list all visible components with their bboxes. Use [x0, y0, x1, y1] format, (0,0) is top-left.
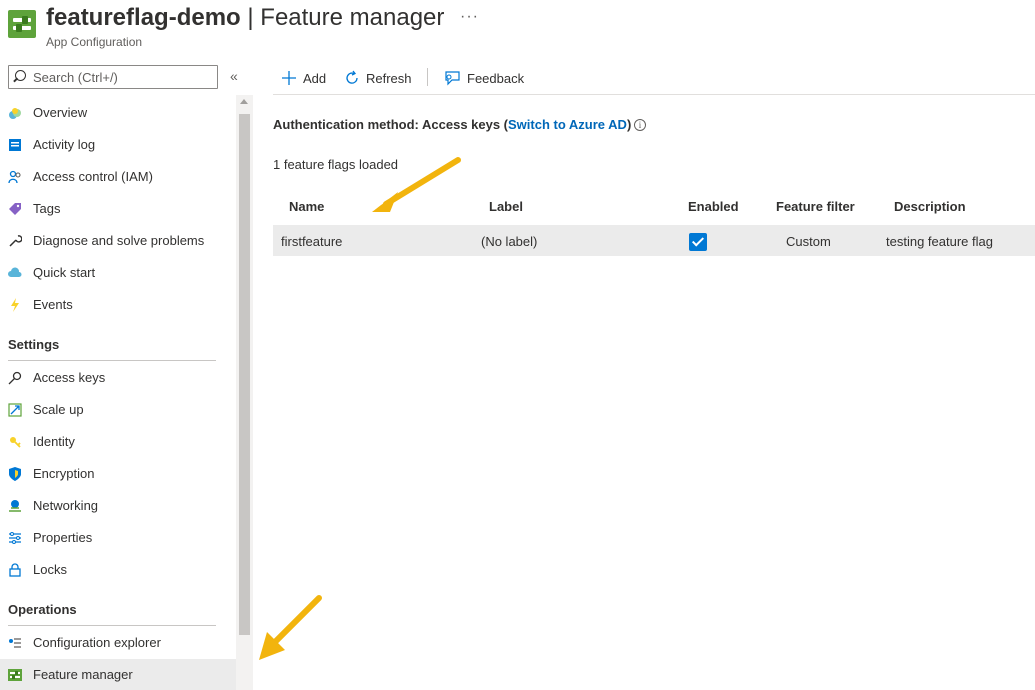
sidebar-item-label: Quick start — [33, 265, 96, 280]
people-icon — [8, 170, 21, 184]
identity-icon — [10, 437, 21, 448]
feature-filter-cell: Custom — [786, 234, 831, 249]
sidebar-item-tags[interactable]: Tags — [0, 193, 236, 225]
sidebar-item-configuration-explorer[interactable]: Configuration explorer — [0, 627, 236, 659]
sidebar-item-feature-manager[interactable]: Feature manager — [0, 659, 236, 690]
scrollbar-thumb[interactable] — [239, 114, 250, 635]
refresh-button[interactable]: Refresh — [344, 68, 412, 88]
scale-up-icon — [8, 403, 22, 417]
feature-description-cell: testing feature flag — [886, 234, 993, 249]
sidebar-item-activity-log[interactable]: Activity log — [0, 129, 236, 161]
sidebar-item-label: Tags — [33, 201, 61, 216]
sidebar-item-label: Diagnose and solve problems — [33, 233, 205, 248]
cloud-icon — [8, 267, 22, 277]
authentication-method: Authentication method: Access keys (Swit… — [273, 117, 631, 132]
divider — [8, 625, 216, 626]
key-icon — [8, 371, 22, 385]
more-options-icon[interactable]: ··· — [460, 8, 479, 26]
resource-name: featureflag-demo — [46, 4, 241, 31]
column-header-enabled[interactable]: Enabled — [688, 199, 739, 214]
enabled-checkbox[interactable] — [689, 233, 707, 251]
page-title: featureflag-demo | Feature manager — [46, 4, 444, 32]
resource-type: App Configuration — [46, 35, 143, 49]
sidebar-item-networking[interactable]: Networking — [0, 490, 236, 522]
column-header-feature-filter[interactable]: Feature filter — [776, 199, 855, 214]
sidebar-item-label: Events — [33, 297, 73, 312]
activity-log-icon — [9, 139, 21, 151]
config-explorer-icon — [9, 638, 21, 648]
page-header: featureflag-demo | Feature manager App C… — [0, 0, 1035, 56]
settings-section-title: Settings — [8, 337, 60, 352]
wrench-icon — [9, 235, 22, 247]
sidebar-item-encryption[interactable]: Encryption — [0, 458, 236, 490]
sidebar-item-events[interactable]: Events — [0, 289, 236, 321]
sidebar-item-label: Identity — [33, 434, 75, 449]
sidebar-item-scale-up[interactable]: Scale up — [0, 394, 236, 426]
lightning-icon — [11, 298, 19, 312]
sidebar: « Overview Activity log Access control (… — [0, 60, 253, 690]
search-icon — [15, 70, 26, 81]
sidebar-item-label: Access keys — [33, 370, 106, 385]
page-name: Feature manager — [260, 4, 445, 31]
sidebar-item-label: Networking — [33, 498, 99, 513]
column-header-description[interactable]: Description — [894, 199, 966, 214]
sidebar-item-label: Locks — [33, 562, 67, 577]
sidebar-item-label: Activity log — [33, 137, 96, 152]
operations-section-title: Operations — [8, 602, 77, 617]
sidebar-item-label: Encryption — [33, 466, 95, 481]
feedback-button[interactable]: Feedback — [443, 68, 524, 88]
refresh-icon — [346, 70, 358, 84]
toolbar-divider — [427, 68, 428, 86]
sidebar-item-overview[interactable]: Overview — [0, 97, 236, 129]
sidebar-item-access-control[interactable]: Access control (IAM) — [0, 161, 236, 193]
divider — [8, 360, 216, 361]
sidebar-item-locks[interactable]: Locks — [0, 554, 236, 586]
column-header-label[interactable]: Label — [489, 199, 523, 214]
network-icon — [9, 500, 21, 512]
feedback-label: Feedback — [467, 70, 525, 86]
app-configuration-icon — [8, 10, 36, 38]
feedback-icon — [445, 71, 460, 86]
tag-icon — [9, 203, 21, 215]
feature-manager-icon — [8, 669, 22, 681]
sidebar-item-label: Access control (IAM) — [33, 169, 153, 184]
info-icon[interactable]: i — [634, 119, 646, 131]
sidebar-item-label: Properties — [33, 530, 93, 545]
add-button[interactable]: Add — [281, 68, 326, 88]
sidebar-item-label: Scale up — [33, 402, 84, 417]
overview-icon — [9, 108, 21, 119]
scroll-up-arrow-icon[interactable] — [240, 99, 248, 104]
add-label: Add — [303, 70, 327, 86]
shield-icon — [9, 467, 21, 481]
auth-method-text: Authentication method: Access keys ( — [273, 117, 509, 132]
command-bar: Add Refresh Feedback — [273, 60, 1035, 95]
sidebar-item-quick-start[interactable]: Quick start — [0, 257, 236, 289]
sidebar-item-properties[interactable]: Properties — [0, 522, 236, 554]
feature-name-cell[interactable]: firstfeature — [281, 234, 342, 249]
collapse-sidebar-icon[interactable]: « — [230, 68, 238, 84]
title-separator: | — [240, 4, 261, 31]
column-header-name[interactable]: Name — [289, 199, 324, 214]
sidebar-item-identity[interactable]: Identity — [0, 426, 236, 458]
search-box[interactable] — [8, 65, 218, 89]
sidebar-item-diagnose[interactable]: Diagnose and solve problems — [0, 225, 236, 257]
sidebar-item-access-keys[interactable]: Access keys — [0, 362, 236, 394]
plus-icon — [282, 71, 296, 85]
auth-method-suffix: ) — [626, 117, 632, 132]
refresh-label: Refresh — [366, 70, 412, 86]
sidebar-item-label: Configuration explorer — [33, 635, 161, 650]
feature-label-cell: (No label) — [481, 234, 538, 249]
properties-icon — [9, 532, 21, 544]
search-input[interactable] — [33, 68, 213, 86]
sidebar-item-label: Overview — [33, 105, 88, 120]
annotation-arrow-icon — [372, 157, 461, 212]
switch-to-azure-ad-link[interactable]: Switch to Azure AD — [508, 117, 627, 132]
sidebar-item-label: Feature manager — [33, 667, 133, 682]
sidebar-scrollbar[interactable] — [236, 95, 253, 690]
annotation-arrow-icon — [259, 595, 322, 660]
lock-icon — [9, 563, 21, 577]
